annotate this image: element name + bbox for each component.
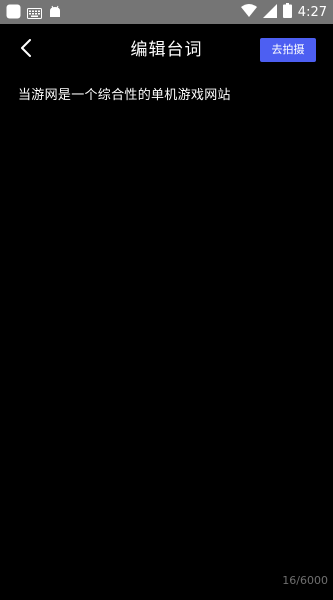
- battery-icon: [282, 3, 292, 22]
- script-text-editor[interactable]: 当游网是一个综合性的单机游戏网站: [18, 87, 318, 105]
- signal-icon: [262, 3, 277, 22]
- status-bar: 4:27: [0, 0, 333, 24]
- status-left-icons: [6, 4, 62, 23]
- status-right-icons: 4:27: [240, 3, 327, 22]
- go-shoot-button[interactable]: 去拍摄: [260, 38, 316, 62]
- android-icon: [48, 4, 62, 23]
- status-time: 4:27: [297, 4, 327, 20]
- top-nav-bar: 编辑台词 去拍摄: [0, 24, 333, 76]
- character-counter: 16/6000: [282, 574, 328, 587]
- wifi-icon: [240, 3, 257, 22]
- keyboard-icon: [27, 4, 42, 23]
- app-notification-icon: [6, 4, 21, 23]
